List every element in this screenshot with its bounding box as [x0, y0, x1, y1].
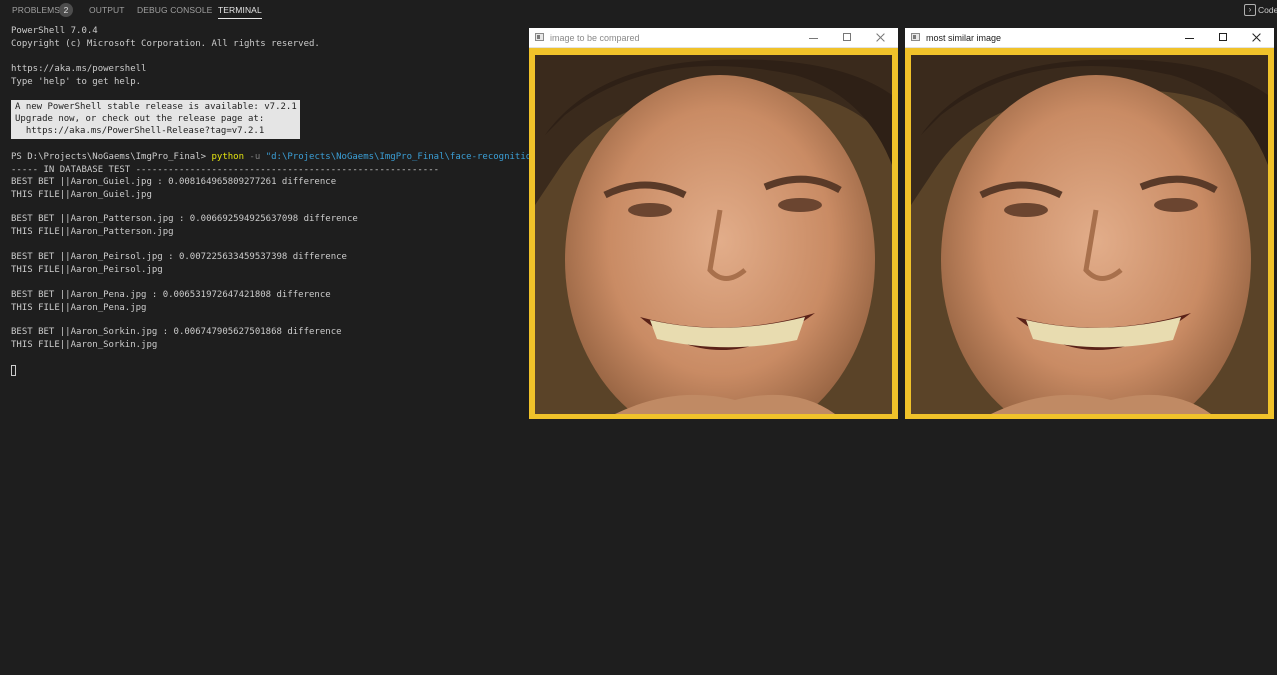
- code-label[interactable]: Code: [1258, 5, 1277, 15]
- command-keyword: python: [211, 152, 244, 162]
- maximize-icon[interactable]: [832, 28, 862, 48]
- prompt: PS D:\Projects\NoGaems\ImgPro_Final>: [11, 152, 212, 162]
- window-titlebar[interactable]: most similar image: [905, 28, 1274, 48]
- terminal-line: BEST BET ||Aaron_Guiel.jpg : 0.008164965…: [11, 177, 337, 187]
- window-app-icon: [911, 33, 920, 41]
- terminal-line: BEST BET ||Aaron_Sorkin.jpg : 0.00674790…: [11, 327, 342, 337]
- terminal-line: Type 'help' to get help.: [11, 77, 142, 87]
- close-icon[interactable]: [866, 28, 896, 48]
- command-flag: -u: [244, 152, 266, 162]
- tab-debug-console[interactable]: DEBUG CONSOLE: [137, 5, 212, 15]
- tab-output[interactable]: OUTPUT: [89, 5, 125, 15]
- terminal-line: THIS FILE||Aaron_Patterson.jpg: [11, 227, 174, 237]
- command-line: PS D:\Projects\NoGaems\ImgPro_Final> pyt…: [11, 152, 558, 163]
- code-chevron-icon[interactable]: ›: [1244, 4, 1256, 16]
- window-titlebar[interactable]: image to be compared: [529, 28, 898, 48]
- notice-line: A new PowerShell stable release is avail…: [15, 102, 297, 112]
- compared-face-image: [535, 55, 892, 414]
- maximize-icon[interactable]: [1208, 28, 1238, 48]
- terminal-line: ----- IN DATABASE TEST -----------------…: [11, 165, 440, 175]
- terminal-cursor: [11, 365, 16, 376]
- terminal-line: THIS FILE||Aaron_Sorkin.jpg: [11, 340, 158, 350]
- window-title: image to be compared: [550, 33, 640, 43]
- tab-problems[interactable]: PROBLEMS: [12, 5, 60, 15]
- command-arg: "d:\Projects\NoGaems\ImgPro_Final\face-r…: [265, 152, 559, 162]
- minimize-icon[interactable]: [1175, 28, 1205, 48]
- notice-line: Upgrade now, or check out the release pa…: [15, 114, 265, 124]
- window-app-icon: [535, 33, 544, 41]
- terminal-line: BEST BET ||Aaron_Pena.jpg : 0.0065319726…: [11, 290, 331, 300]
- panel-tab-bar: PROBLEMS 2 OUTPUT DEBUG CONSOLE TERMINAL…: [0, 0, 1277, 22]
- terminal-line: Copyright (c) Microsoft Corporation. All…: [11, 39, 320, 49]
- close-icon[interactable]: [1242, 28, 1272, 48]
- terminal-line: BEST BET ||Aaron_Peirsol.jpg : 0.0072256…: [11, 252, 347, 262]
- window-most-similar-image[interactable]: most similar image: [905, 28, 1274, 419]
- similar-face-image: [911, 55, 1268, 414]
- notice-line: https://aka.ms/PowerShell-Release?tag=v7…: [15, 126, 265, 136]
- terminal-line: THIS FILE||Aaron_Guiel.jpg: [11, 190, 152, 200]
- terminal-line: BEST BET ||Aaron_Patterson.jpg : 0.00669…: [11, 214, 358, 224]
- problems-count-badge: 2: [59, 3, 73, 17]
- terminal-line: THIS FILE||Aaron_Peirsol.jpg: [11, 265, 163, 275]
- window-image-to-be-compared[interactable]: image to be compared: [529, 28, 898, 419]
- terminal-line: PowerShell 7.0.4: [11, 26, 98, 36]
- minimize-icon[interactable]: [799, 28, 829, 48]
- terminal-line: https://aka.ms/powershell: [11, 64, 147, 74]
- window-title: most similar image: [926, 33, 1002, 43]
- tab-terminal[interactable]: TERMINAL: [218, 5, 262, 19]
- update-notice: A new PowerShell stable release is avail…: [11, 100, 300, 139]
- terminal-line: THIS FILE||Aaron_Pena.jpg: [11, 303, 147, 313]
